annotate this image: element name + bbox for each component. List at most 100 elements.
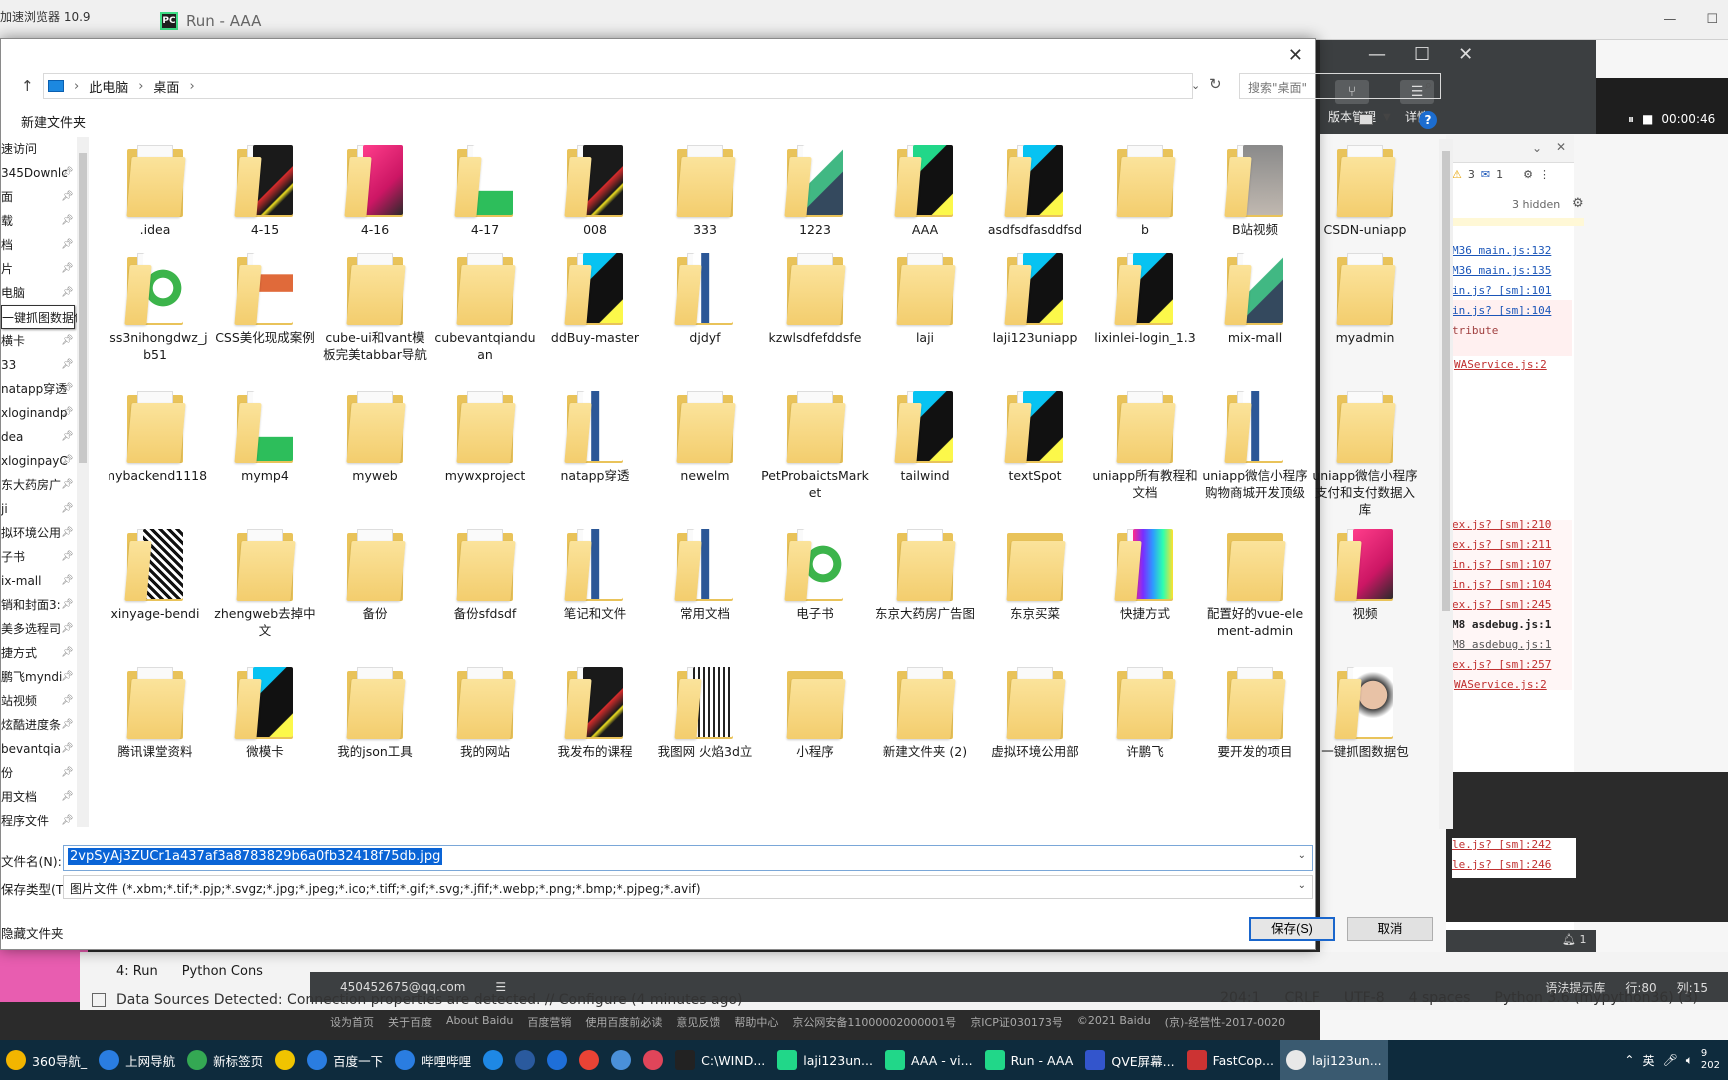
chevron-down-icon[interactable]: ⌄ [1298, 880, 1306, 891]
console-link[interactable]: WAService.js:2 [1454, 358, 1547, 371]
nav-item[interactable]: dea 📌︎ [1, 425, 77, 449]
file-item[interactable]: mybackend1118 [109, 389, 209, 484]
file-item[interactable]: mywxproject [431, 389, 539, 484]
file-item[interactable]: textSpot [981, 389, 1089, 484]
file-item[interactable]: cubevantqianduan [431, 251, 539, 363]
taskbar-item[interactable] [509, 1040, 541, 1080]
chevron-up-icon[interactable]: ⌃ [1624, 1053, 1634, 1067]
taskbar-item[interactable]: 上网导航 [93, 1040, 181, 1080]
taskbar-item[interactable]: laji123un... [1279, 1040, 1388, 1080]
file-item[interactable]: PetProbaictsMarket [761, 389, 869, 501]
close-icon[interactable]: ✕ [1556, 140, 1566, 154]
footer-link[interactable]: 帮助中心 [734, 1014, 778, 1030]
taskbar-item[interactable]: 哔哩哔哩 [389, 1040, 477, 1080]
nav-item[interactable]: xloginpayC 📌︎ [1, 449, 77, 473]
nav-item[interactable]: 电脑 📌︎ [1, 281, 77, 305]
gear-icon[interactable]: ⚙ [1572, 196, 1584, 211]
nav-item[interactable]: 站视频 📌︎ [1, 689, 77, 713]
nav-item[interactable]: 捷方式 📌︎ [1, 641, 77, 665]
ime-icon[interactable]: 英 [1642, 1052, 1654, 1069]
file-item[interactable]: 4-17 [431, 143, 539, 238]
taskbar-item[interactable] [637, 1040, 669, 1080]
file-item[interactable]: tailwind [871, 389, 979, 484]
console-link[interactable]: ex.js? [sm]:210 [1452, 518, 1551, 531]
file-item[interactable]: 常用文档 [651, 527, 759, 622]
chevron-down-icon[interactable]: ⌄ [1532, 141, 1542, 155]
file-item[interactable]: uniapp所有教程和文档 [1091, 389, 1199, 501]
file-item[interactable]: myadmin [1311, 251, 1419, 346]
file-item[interactable]: CSDN-uniapp [1311, 143, 1419, 238]
pause-icon[interactable]: ⏸ [1628, 112, 1634, 127]
file-item[interactable]: 4-15 [211, 143, 319, 238]
file-item[interactable]: djdyf [651, 251, 759, 346]
nav-item[interactable]: 份 📌︎ [1, 761, 77, 785]
taskbar-item[interactable] [269, 1040, 301, 1080]
file-item[interactable]: AAA [871, 143, 979, 238]
taskbar-item[interactable] [541, 1040, 573, 1080]
scrollbar-thumb[interactable] [79, 153, 87, 463]
help-icon[interactable]: ? [1419, 111, 1437, 129]
close-icon[interactable]: ✕ [1458, 44, 1473, 65]
footer-link[interactable]: 设为首页 [330, 1014, 374, 1030]
taskbar-item[interactable]: Run - AAA [979, 1040, 1080, 1080]
nav-item[interactable]: xloginandp 📌︎ [1, 401, 77, 425]
file-item[interactable]: lixinlei-login_1.3 [1091, 251, 1199, 346]
view-mode-icon[interactable] [1359, 114, 1373, 125]
file-item[interactable]: 小程序 [761, 665, 869, 760]
file-item[interactable]: 我的网站 [431, 665, 539, 760]
footer-link[interactable]: 意见反馈 [676, 1014, 720, 1030]
file-item[interactable]: B站视频 [1201, 143, 1309, 238]
file-item[interactable]: uniapp微信小程序购物商城开发顶级 [1201, 389, 1309, 501]
file-item[interactable]: laji123uniapp [981, 251, 1089, 346]
nav-item[interactable]: ix-mall 📌︎ [1, 569, 77, 593]
file-item[interactable]: 视频 [1311, 527, 1419, 622]
footer-link[interactable]: 京ICP证030173号 [970, 1014, 1063, 1030]
nav-item[interactable]: 用文档 📌︎ [1, 785, 77, 809]
nav-item[interactable]: 鹏飞myndi 📌︎ [1, 665, 77, 689]
console-link[interactable]: ex.js? [sm]:211 [1452, 538, 1551, 551]
taskbar-item[interactable] [477, 1040, 509, 1080]
nav-item[interactable]: 面 📌︎ [1, 185, 77, 209]
more-icon[interactable]: ⋮ [1539, 168, 1550, 181]
console-link[interactable]: ex.js? [sm]:245 [1452, 598, 1551, 611]
file-item[interactable]: 一键抓图数据包 [1311, 665, 1419, 760]
file-item[interactable]: 要开发的项目 [1201, 665, 1309, 760]
nav-item[interactable]: 345Downlc 📌︎ [1, 161, 77, 185]
console-link[interactable]: in.js? [sm]:101 [1452, 284, 1551, 297]
file-item[interactable]: xinyage-bendi [109, 527, 209, 622]
nav-item[interactable]: 拟环境公用 📌︎ [1, 521, 77, 545]
file-item[interactable]: 东京买菜 [981, 527, 1089, 622]
chevron-down-icon[interactable]: ▼ [1383, 112, 1391, 123]
file-item[interactable]: css3nihongdwz_jb51 [109, 251, 209, 363]
file-item[interactable]: 我的json工具 [321, 665, 429, 760]
chevron-right-icon[interactable]: › [138, 79, 143, 94]
file-item[interactable]: 许鹏飞 [1091, 665, 1199, 760]
python-console-tab[interactable]: Python Cons [176, 962, 269, 981]
file-item[interactable]: uniapp微信小程序支付和支付数据入库 [1311, 389, 1419, 518]
file-item[interactable]: .idea [109, 143, 209, 238]
nav-item[interactable]: 程序文件 📌︎ [1, 809, 77, 833]
console-link[interactable]: M36 main.js:132 [1452, 244, 1551, 257]
nav-item[interactable]: bevantqia 📌︎ [1, 737, 77, 761]
filetype-select[interactable]: 图片文件 (*.xbm;*.tif;*.pjp;*.svgz;*.jpg;*.j… [63, 875, 1313, 899]
file-item[interactable]: 333 [651, 143, 759, 238]
file-item[interactable]: 我图网 火焰3d立 [651, 665, 759, 760]
nav-item[interactable]: 子书 📌︎ [1, 545, 77, 569]
indent[interactable]: 4 spaces [1409, 990, 1471, 1006]
file-item[interactable]: zhengweb去掉中文 [211, 527, 319, 639]
file-item[interactable]: laji [871, 251, 979, 346]
console-link[interactable]: le.js? [sm]:246 [1452, 858, 1551, 871]
volume-icon[interactable]: 🔈︎ [1686, 1053, 1693, 1068]
up-arrow-icon[interactable]: ↑ [21, 77, 34, 95]
nav-item[interactable]: natapp穿透 📌︎ [1, 377, 77, 401]
footer-link[interactable]: 关于百度 [388, 1014, 432, 1030]
taskbar-item[interactable]: FastCop... [1181, 1040, 1280, 1080]
nav-item[interactable]: 销和封面3: 📌︎ [1, 593, 77, 617]
clock[interactable]: 9 202 [1701, 1048, 1720, 1072]
run-tab[interactable]: 4: Run [110, 962, 164, 981]
refresh-icon[interactable]: ↻ [1209, 75, 1222, 93]
nav-item[interactable]: 一键抓图数据包 [1, 305, 77, 329]
footer-link[interactable]: (京)-经营性-2017-0020 [1165, 1014, 1285, 1030]
gear-icon[interactable]: ⚙ [1523, 168, 1533, 181]
taskbar-item[interactable]: C:\WIND... [669, 1040, 771, 1080]
